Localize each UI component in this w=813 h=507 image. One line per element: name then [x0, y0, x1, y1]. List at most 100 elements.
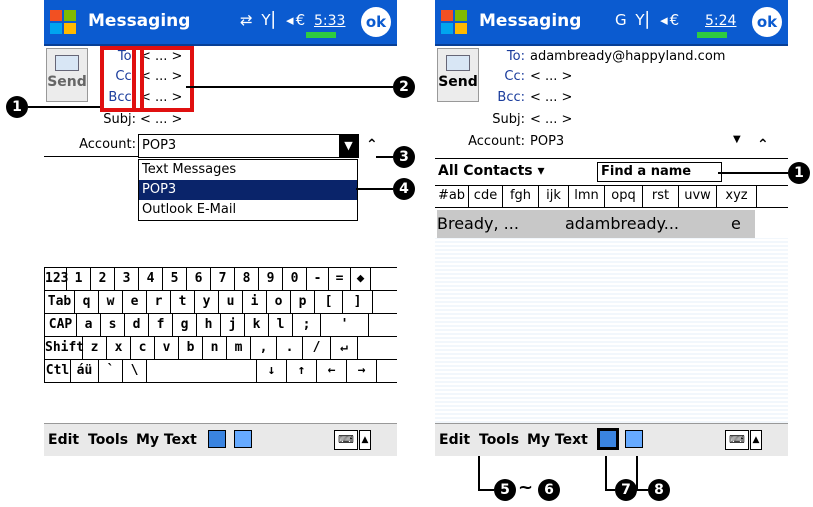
alphabet-tab[interactable]: uvw — [679, 185, 717, 207]
key[interactable]: p — [290, 291, 314, 313]
clock[interactable]: 5:24 — [705, 13, 736, 29]
key[interactable]: 2 — [90, 268, 114, 290]
account-value[interactable]: POP3 — [530, 132, 564, 152]
keyboard-icon[interactable]: ⌨ — [334, 430, 358, 450]
key[interactable] — [146, 360, 256, 382]
key[interactable]: - — [306, 268, 328, 290]
key[interactable]: s — [100, 314, 124, 336]
account-dropdown[interactable]: POP3 ▼ — [138, 134, 359, 158]
key[interactable]: l — [268, 314, 292, 336]
collapse-header-icon[interactable]: ⌃ — [366, 137, 378, 153]
menu-my-text[interactable]: My Text — [136, 432, 197, 448]
key[interactable]: ] — [342, 291, 373, 313]
key[interactable]: / — [302, 337, 330, 359]
key[interactable]: j — [220, 314, 244, 336]
key[interactable]: ` — [98, 360, 122, 382]
key[interactable]: Ctl — [44, 360, 70, 382]
dropdown-arrow-icon[interactable]: ▼ — [339, 135, 358, 157]
key[interactable]: x — [106, 337, 130, 359]
key[interactable]: h — [196, 314, 220, 336]
key[interactable]: v — [154, 337, 178, 359]
cc-label[interactable]: Cc: — [475, 67, 525, 87]
alphabet-tab[interactable]: fgh — [503, 185, 539, 207]
key[interactable]: m — [226, 337, 250, 359]
key[interactable]: n — [202, 337, 226, 359]
windows-start-icon[interactable] — [439, 6, 471, 38]
alphabet-tab[interactable]: opq — [605, 185, 643, 207]
connectivity-icons[interactable]: G Y▏◂€ — [615, 11, 681, 29]
contact-card-icon[interactable] — [234, 430, 252, 448]
contact-card-icon[interactable] — [625, 430, 643, 448]
key[interactable]: d — [124, 314, 148, 336]
key[interactable]: 5 — [162, 268, 186, 290]
send-button[interactable]: Send — [437, 48, 479, 102]
key[interactable]: \ — [122, 360, 146, 382]
key[interactable]: áü — [70, 360, 98, 382]
key[interactable]: 6 — [186, 268, 210, 290]
key[interactable]: k — [244, 314, 268, 336]
input-menu-arrow-icon[interactable]: ▲ — [359, 430, 371, 450]
key[interactable]: ← — [316, 360, 346, 382]
option-text-messages[interactable]: Text Messages — [139, 160, 357, 180]
address-book-icon[interactable] — [597, 428, 619, 450]
alphabet-tab[interactable]: #ab — [435, 185, 469, 207]
key[interactable]: ↵ — [330, 337, 358, 359]
key[interactable]: f — [148, 314, 172, 336]
alphabet-tab[interactable]: ijk — [539, 185, 569, 207]
key[interactable]: ; — [292, 314, 320, 336]
key[interactable]: 0 — [282, 268, 306, 290]
key[interactable]: = — [328, 268, 350, 290]
key[interactable]: 1 — [66, 268, 90, 290]
alphabet-tab[interactable]: lmn — [569, 185, 605, 207]
subject-field[interactable]: < ... > — [140, 110, 182, 130]
key[interactable]: 3 — [114, 268, 138, 290]
contact-list-item[interactable]: Bready, ... adambready... e — [437, 210, 755, 238]
ok-button[interactable]: ok — [752, 7, 782, 37]
alphabet-tab[interactable]: rst — [643, 185, 679, 207]
key[interactable]: 9 — [258, 268, 282, 290]
to-field[interactable]: adambready@happyland.com — [530, 47, 725, 67]
key[interactable]: t — [170, 291, 194, 313]
input-menu-arrow-icon[interactable]: ▲ — [750, 430, 762, 450]
key[interactable]: 4 — [138, 268, 162, 290]
option-outlook-email[interactable]: Outlook E-Mail — [139, 200, 357, 220]
key[interactable]: CAP — [44, 314, 76, 336]
key[interactable]: z — [82, 337, 106, 359]
menu-tools[interactable]: Tools — [479, 432, 519, 448]
key[interactable]: . — [276, 337, 302, 359]
key[interactable]: c — [130, 337, 154, 359]
collapse-header-icon[interactable]: ⌃ — [757, 137, 769, 153]
cc-field[interactable]: < ... > — [530, 67, 572, 87]
key[interactable]: ' — [320, 314, 369, 336]
menu-my-text[interactable]: My Text — [527, 432, 588, 448]
key[interactable]: → — [346, 360, 377, 382]
key[interactable]: q — [74, 291, 98, 313]
subject-field[interactable]: < ... > — [530, 110, 572, 130]
connectivity-icons[interactable]: ⇄ Y▏◂€ — [240, 11, 307, 29]
key[interactable]: ↓ — [256, 360, 286, 382]
to-label[interactable]: To: — [475, 47, 525, 67]
bcc-label[interactable]: Bcc: — [475, 88, 525, 108]
key[interactable]: ↑ — [286, 360, 316, 382]
key[interactable]: 8 — [234, 268, 258, 290]
key[interactable]: ◆ — [350, 268, 371, 290]
key[interactable]: 7 — [210, 268, 234, 290]
alphabet-tab[interactable]: xyz — [717, 185, 757, 207]
key[interactable]: , — [250, 337, 276, 359]
key[interactable]: y — [194, 291, 218, 313]
find-name-input[interactable]: Find a name — [597, 162, 722, 182]
key[interactable]: 123 — [44, 268, 68, 290]
menu-edit[interactable]: Edit — [439, 432, 470, 448]
keyboard-icon[interactable]: ⌨ — [725, 430, 749, 450]
contacts-filter[interactable]: All Contacts ▾ — [438, 163, 545, 179]
option-pop3[interactable]: POP3 — [139, 180, 357, 200]
key[interactable]: e — [122, 291, 146, 313]
key[interactable]: Shift — [44, 337, 84, 359]
key[interactable]: [ — [314, 291, 342, 313]
key[interactable]: o — [266, 291, 290, 313]
key[interactable]: r — [146, 291, 170, 313]
alphabet-tab[interactable]: cde — [469, 185, 503, 207]
key[interactable]: w — [98, 291, 122, 313]
account-dropdown-arrow-icon[interactable]: ▼ — [733, 134, 741, 145]
key[interactable]: g — [172, 314, 196, 336]
